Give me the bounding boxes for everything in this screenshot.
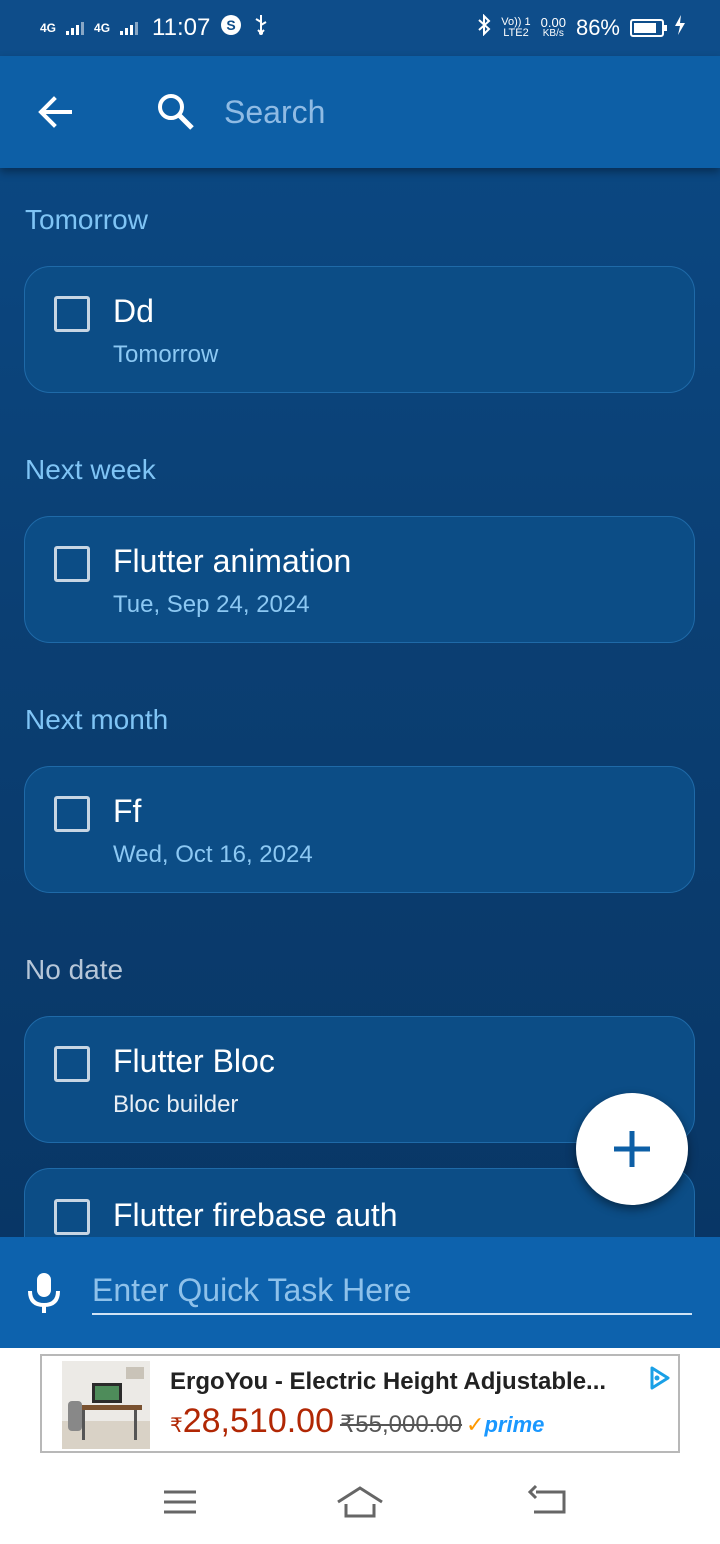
task-title: Flutter firebase auth: [113, 1197, 398, 1233]
ad-banner[interactable]: ErgoYou - Electric Height Adjustable... …: [40, 1354, 680, 1453]
network-speed: 0.00 KB/s: [540, 15, 566, 39]
ad-price: 28,510.00: [182, 1402, 334, 1440]
ad-choices-icon[interactable]: [646, 1364, 674, 1392]
speed-value: 0.00: [540, 15, 566, 30]
task-card[interactable]: Flutter animation Tue, Sep 24, 2024: [24, 516, 695, 643]
network-indicator-2: 4G: [94, 21, 111, 35]
volte-indicator: Vo)) 1 LTE2: [501, 17, 530, 39]
menu-icon: [164, 1490, 196, 1514]
signal-icon-2: [120, 15, 139, 41]
task-title: Flutter Bloc: [113, 1043, 275, 1079]
signal-icon-1: [66, 15, 85, 41]
section-heading-tomorrow: Tomorrow: [25, 204, 148, 235]
quick-task-bar: [0, 1237, 720, 1348]
task-card[interactable]: Ff Wed, Oct 16, 2024: [24, 766, 695, 893]
status-right: Vo)) 1 LTE2 0.00 KB/s 86%: [477, 13, 686, 42]
prime-check: ✓: [466, 1412, 485, 1437]
home-button[interactable]: [336, 1482, 384, 1522]
ad-product-image: [62, 1361, 150, 1449]
section-heading-no-date: No date: [25, 954, 124, 985]
task-due-date: Tue, Sep 24, 2024: [113, 591, 310, 618]
task-title: Flutter animation: [113, 543, 352, 579]
task-checkbox[interactable]: [54, 296, 90, 332]
back-nav-icon: [527, 1484, 566, 1514]
section-heading-next-month: Next month: [25, 704, 169, 735]
ad-price-row: ₹ 28,510.00 ₹55,000.00 ✓ prime: [170, 1402, 544, 1441]
skype-icon: S: [220, 14, 242, 42]
task-due-date: Wed, Oct 16, 2024: [113, 841, 313, 868]
arrow-back-icon: [38, 96, 72, 128]
ad-currency: ₹: [170, 1415, 183, 1437]
usb-icon: [252, 14, 270, 42]
clock: 11:07: [152, 14, 211, 41]
ad-old-price: ₹55,000.00: [340, 1411, 463, 1438]
ad-title: ErgoYou - Electric Height Adjustable...: [170, 1368, 607, 1395]
status-left: 4G 4G 11:07 S: [40, 14, 270, 42]
battery-icon: [630, 19, 667, 37]
task-checkbox[interactable]: [54, 1199, 90, 1235]
status-bar: 4G 4G 11:07 S Vo)) 1 LTE2 0.00 KB/s 86%: [0, 0, 720, 56]
task-checkbox[interactable]: [54, 1046, 90, 1082]
task-checkbox[interactable]: [54, 796, 90, 832]
search-input[interactable]: [224, 86, 684, 138]
app-bar: [0, 56, 720, 168]
add-task-button[interactable]: [576, 1093, 688, 1205]
prime-badge: prime: [484, 1412, 545, 1437]
task-description: Bloc builder: [113, 1091, 239, 1118]
search-icon: [158, 94, 194, 130]
lte-label: LTE2: [503, 27, 529, 39]
network-indicator-1: 4G: [40, 21, 57, 35]
voice-input-button[interactable]: [24, 1271, 64, 1315]
recent-apps-button[interactable]: [156, 1482, 204, 1522]
screen: 4G 4G 11:07 S Vo)) 1 LTE2 0.00 KB/s 86% …: [0, 0, 720, 1544]
plus-icon: [614, 1131, 650, 1167]
task-title: Dd: [113, 293, 154, 329]
system-nav-bar: [0, 1460, 720, 1544]
home-icon: [337, 1486, 383, 1518]
svg-text:S: S: [227, 17, 236, 33]
quick-task-input[interactable]: [92, 1267, 692, 1315]
mic-icon: [28, 1273, 60, 1313]
charging-icon: [674, 15, 686, 41]
section-heading-next-week: Next week: [25, 454, 156, 485]
bluetooth-icon: [477, 13, 491, 42]
back-nav-button[interactable]: [526, 1482, 574, 1522]
task-card[interactable]: Dd Tomorrow: [24, 266, 695, 393]
back-button[interactable]: [36, 92, 76, 132]
task-checkbox[interactable]: [54, 546, 90, 582]
task-title: Ff: [113, 793, 142, 829]
search-button[interactable]: [156, 92, 196, 132]
task-due-date: Tomorrow: [113, 341, 219, 368]
ad-area: ErgoYou - Electric Height Adjustable... …: [0, 1348, 720, 1460]
battery-percent: 86%: [575, 15, 620, 40]
speed-unit: KB/s: [542, 28, 564, 39]
